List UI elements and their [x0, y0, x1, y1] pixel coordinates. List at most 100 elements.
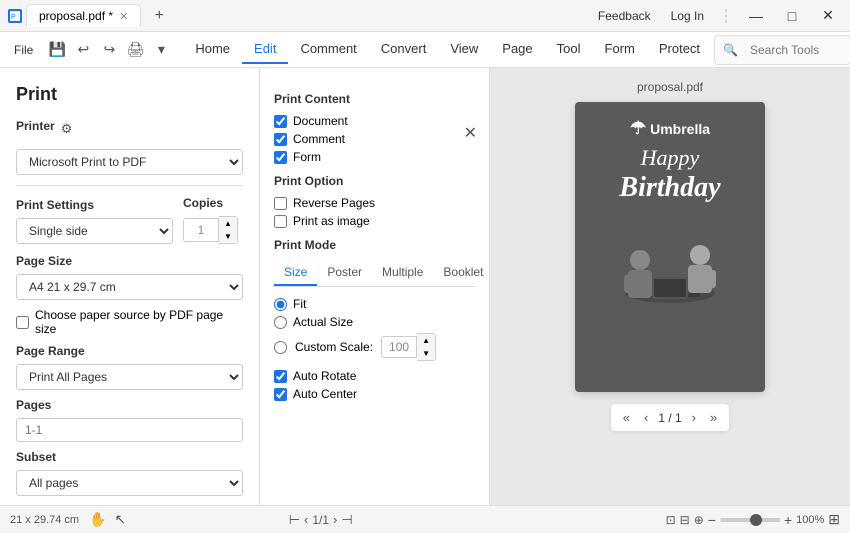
custom-scale-label: Custom Scale:: [295, 340, 373, 354]
document-checkbox-label[interactable]: Document: [274, 114, 475, 128]
nav-page[interactable]: Page: [490, 35, 544, 64]
login-button[interactable]: Log In: [665, 7, 710, 25]
select-tool-button[interactable]: ↖: [113, 509, 129, 530]
subset-row: Subset All pages: [16, 450, 243, 496]
tab-poster[interactable]: Poster: [317, 260, 372, 286]
copies-label: Copies: [183, 196, 243, 210]
actual-size-radio[interactable]: [274, 316, 287, 329]
title-bar: P proposal.pdf * ✕ + Feedback Log In ⋮ —…: [0, 0, 850, 32]
page-size-select[interactable]: A4 21 x 29.7 cm: [16, 274, 243, 300]
redo-button[interactable]: ↪: [97, 38, 121, 62]
printer-settings-icon[interactable]: ⚙: [61, 121, 73, 137]
reverse-pages-checkbox[interactable]: [274, 197, 287, 210]
page-display: 1 / 1: [658, 411, 681, 425]
close-panel-button[interactable]: ✕: [464, 123, 477, 143]
preview-card: ☂ Umbrella Happy Birthday: [575, 102, 765, 392]
paper-source-checkbox[interactable]: Choose paper source by PDF page size: [16, 308, 243, 336]
copies-field[interactable]: 1: [183, 218, 219, 242]
paper-source-label: Choose paper source by PDF page size: [35, 308, 243, 336]
title-bar-left: P proposal.pdf * ✕ +: [8, 2, 173, 30]
nav-home[interactable]: Home: [183, 35, 242, 64]
page-range-label: Page Range: [16, 344, 243, 358]
custom-scale-row: Custom Scale: ▲ ▼: [274, 333, 475, 361]
separator-icon: ⋮: [718, 6, 734, 26]
feedback-button[interactable]: Feedback: [592, 7, 657, 25]
custom-scale-radio[interactable]: [274, 341, 287, 354]
select-zoom-button[interactable]: ⊕: [694, 513, 704, 527]
file-menu[interactable]: File: [4, 39, 43, 61]
bottom-next-page[interactable]: ›: [333, 512, 337, 527]
fit-width-button[interactable]: ⊟: [680, 513, 690, 527]
paper-source-check[interactable]: [16, 316, 29, 329]
hand-tool-button[interactable]: ✋: [87, 509, 108, 530]
print-settings-select[interactable]: Single side: [16, 218, 173, 244]
comment-checkbox-label[interactable]: Comment: [274, 132, 475, 146]
paper-source-row: Choose paper source by PDF page size: [16, 308, 243, 336]
active-tab[interactable]: proposal.pdf * ✕: [26, 4, 141, 27]
tab-size[interactable]: Size: [274, 260, 317, 286]
tab-multiple[interactable]: Multiple: [372, 260, 433, 286]
zoom-in-button[interactable]: +: [784, 512, 792, 528]
print-settings-label: Print Settings: [16, 198, 173, 212]
subset-select[interactable]: All pages: [16, 470, 243, 496]
bottom-last-page[interactable]: ⊣: [341, 512, 352, 528]
pages-label: Pages: [16, 398, 243, 412]
nav-view[interactable]: View: [438, 35, 490, 64]
close-button[interactable]: ✕: [814, 2, 842, 30]
first-page-button[interactable]: «: [619, 408, 634, 427]
fit-radio[interactable]: [274, 298, 287, 311]
auto-rotate-checkbox[interactable]: [274, 370, 287, 383]
scale-down-button[interactable]: ▼: [417, 347, 435, 360]
next-page-button[interactable]: ›: [688, 408, 700, 427]
copies-up-button[interactable]: ▲: [219, 217, 237, 230]
form-checkbox-label[interactable]: Form: [274, 150, 475, 164]
page-range-select[interactable]: Print All Pages: [16, 364, 243, 390]
scale-value-input[interactable]: [381, 336, 417, 358]
scale-up-button[interactable]: ▲: [417, 334, 435, 347]
undo-button[interactable]: ↩: [71, 38, 95, 62]
fullscreen-button[interactable]: ⊞: [828, 511, 840, 528]
copies-down-button[interactable]: ▼: [219, 230, 237, 243]
bottom-first-page[interactable]: ⊢: [289, 512, 300, 528]
fit-page-button[interactable]: ⊡: [666, 513, 676, 527]
print-content-title: Print Content: [274, 92, 475, 106]
pages-input[interactable]: [16, 418, 243, 442]
form-checkbox[interactable]: [274, 151, 287, 164]
bottom-prev-page[interactable]: ‹: [304, 512, 308, 527]
zoom-area: ⊡ ⊟ ⊕ − + 100% ⊞: [666, 511, 840, 528]
search-input[interactable]: [742, 39, 842, 61]
print-as-image-checkbox[interactable]: [274, 215, 287, 228]
add-tab-button[interactable]: +: [145, 2, 173, 30]
zoom-out-button[interactable]: −: [708, 512, 716, 528]
auto-center-checkbox-label[interactable]: Auto Center: [274, 387, 475, 401]
print-as-image-checkbox-label[interactable]: Print as image: [274, 214, 475, 228]
nav-edit[interactable]: Edit: [242, 35, 288, 64]
tab-booklet[interactable]: Booklet: [433, 260, 490, 286]
auto-center-label: Auto Center: [293, 387, 357, 401]
last-page-button[interactable]: »: [706, 408, 721, 427]
auto-rotate-checkbox-label[interactable]: Auto Rotate: [274, 369, 475, 383]
auto-center-checkbox[interactable]: [274, 388, 287, 401]
nav-tool[interactable]: Tool: [545, 35, 593, 64]
printer-select[interactable]: Microsoft Print to PDF: [16, 149, 243, 175]
minimize-button[interactable]: —: [742, 2, 770, 30]
zoom-slider[interactable]: [720, 518, 780, 522]
bottom-page-nav: ⊢ ‹ 1/1 › ⊣: [289, 512, 353, 528]
print-toolbar-button[interactable]: 🖨: [123, 38, 147, 62]
orientation-label: Orientation: [16, 504, 243, 505]
nav-convert[interactable]: Convert: [369, 35, 439, 64]
maximize-button[interactable]: □: [778, 2, 806, 30]
comment-checkbox[interactable]: [274, 133, 287, 146]
close-tab-icon[interactable]: ✕: [119, 10, 128, 23]
mode-tabs: Size Poster Multiple Booklet: [274, 260, 475, 287]
save-button[interactable]: 💾: [45, 38, 69, 62]
search-tools[interactable]: 🔍: [714, 35, 850, 65]
document-checkbox[interactable]: [274, 115, 287, 128]
prev-page-button[interactable]: ‹: [640, 408, 652, 427]
nav-protect[interactable]: Protect: [647, 35, 712, 64]
nav-form[interactable]: Form: [593, 35, 647, 64]
reverse-pages-checkbox-label[interactable]: Reverse Pages: [274, 196, 475, 210]
print-option-title: Print Option: [274, 174, 475, 188]
nav-comment[interactable]: Comment: [288, 35, 368, 64]
more-button[interactable]: ▾: [149, 38, 173, 62]
